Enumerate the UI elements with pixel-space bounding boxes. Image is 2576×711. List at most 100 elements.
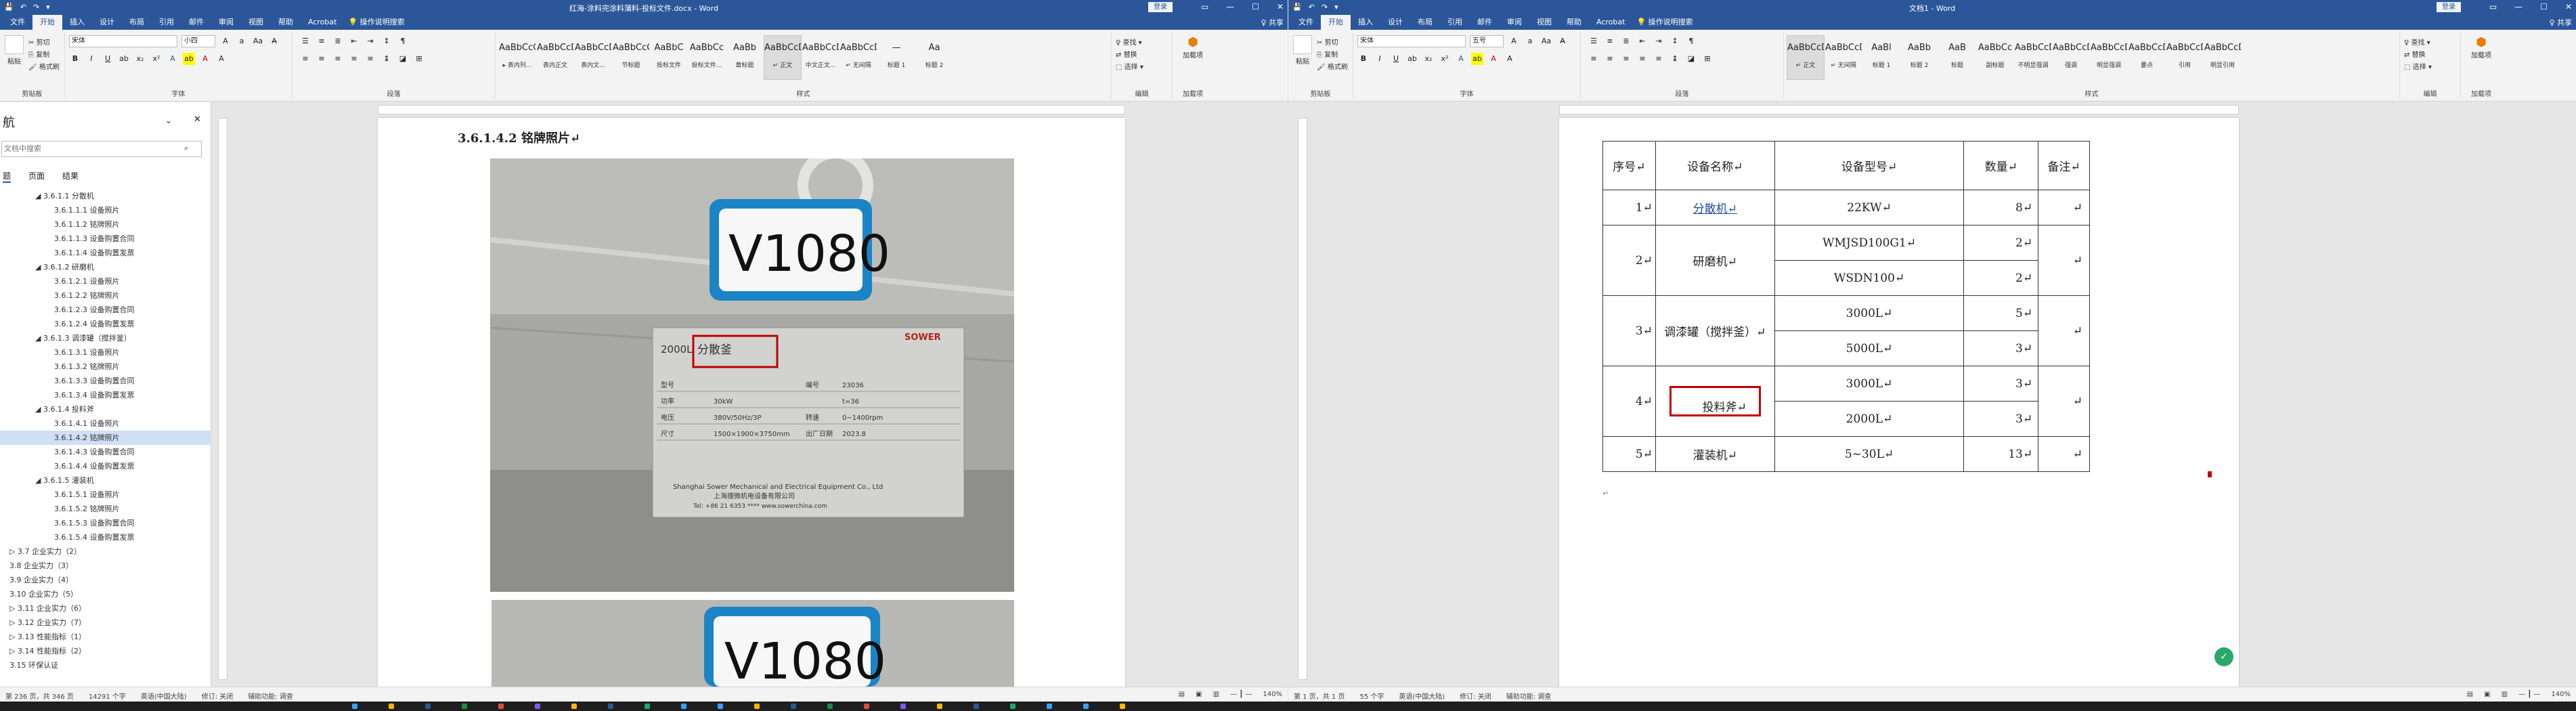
nav-item[interactable]: 3.6.1.5.1 设备照片 [0,488,211,502]
tab-9[interactable]: 帮助 [1559,15,1589,30]
distributed-icon[interactable]: ≡ [364,53,376,65]
share-button[interactable]: ♀ 共享 [1261,17,1284,28]
nav-item[interactable]: 3.6.1.1.3 设备购置合同 [0,232,211,246]
nav-tab-1[interactable]: 页面 [28,170,45,183]
taskbar-app-icon[interactable] [1120,704,1125,709]
tab-3[interactable]: 设计 [92,15,122,30]
tab-0[interactable]: 文件 [3,15,32,30]
nav-item[interactable]: 3.6.1.4.3 设备购置合同 [0,445,211,459]
tell-me-search[interactable]: 💡 操作说明搜索 [1632,15,1700,30]
sort-icon[interactable]: ↕ [380,35,393,47]
style-item[interactable]: AaBl 标题 1 [1862,35,1900,80]
text-effects-icon[interactable]: A [167,53,179,65]
tab-6[interactable]: 邮件 [1470,15,1500,30]
zoom-level[interactable]: 140% [1263,691,1282,698]
nav-item[interactable]: 3.6.1.1.2 铭牌照片 [0,217,211,232]
font-name-combo[interactable]: 宋体 [1357,35,1466,47]
nav-item[interactable]: 3.6.1.3.1 设备照片 [0,345,211,360]
zoom-slider[interactable]: — ┃ — [1230,691,1252,698]
font-size-combo[interactable]: 五号 [1470,35,1504,47]
taskbar-app-icon[interactable] [352,704,357,709]
format-painter-button[interactable]: 🖌 格式刷 [1317,61,1348,71]
table-header-cell[interactable]: 设备名称↵ [1655,141,1775,190]
style-item[interactable]: AaB 标题 [1938,35,1976,80]
tab-9[interactable]: 帮助 [271,15,301,30]
tab-5[interactable]: 引用 [152,15,181,30]
align-center-icon[interactable]: ≡ [1604,53,1616,65]
equipment-name-cell[interactable]: 调漆罐（搅拌釜）↵ [1655,295,1775,366]
bold-icon[interactable]: B [69,53,81,65]
tab-3[interactable]: 设计 [1380,15,1410,30]
decrease-indent-icon[interactable]: ⇤ [348,35,360,47]
font-color-icon[interactable]: A [199,53,211,65]
line-spacing-icon[interactable]: ↨ [380,53,393,65]
note-cell[interactable]: ↵ [2038,436,2090,472]
style-item[interactable]: AaBb 章标题 [726,35,764,80]
addins-button[interactable]: ⬢ 加载项 [2466,35,2496,60]
nav-item[interactable]: ▷ 3.7 企业实力（2） [0,544,211,559]
highlight-icon[interactable]: ab [183,53,195,65]
row-number-cell[interactable]: 5↵ [1602,436,1656,472]
justify-icon[interactable]: ≡ [1636,53,1649,65]
nav-item[interactable]: ▷ 3.11 企业实力（6） [0,601,211,616]
shading-icon[interactable]: ◪ [397,53,409,65]
nav-item[interactable]: 3.8 企业实力（3） [0,559,211,573]
grow-font-icon[interactable]: A [1508,35,1520,47]
model-cell[interactable]: 5~30L↵ [1774,436,1965,472]
style-item[interactable]: AaBbCcDd ↵ 正文 [764,35,802,80]
char-shading-icon[interactable]: A [1504,53,1516,65]
tab-1[interactable]: 开始 [32,15,62,30]
paste-button[interactable]: 粘贴 [3,35,26,66]
nav-item[interactable]: 3.6.1.3.4 设备购置发票 [0,388,211,402]
search-icon[interactable]: ⌕ [184,144,188,153]
taskbar-app-icon[interactable] [1010,704,1016,709]
subscript-icon[interactable]: x₂ [1422,53,1435,65]
nameplate-photo[interactable]: V1080 SOWER 2000L 分散釜 型号 编号 23036 功率 30kW t=3… [490,158,1014,592]
nav-item[interactable]: 3.6.1.2.4 设备购置发票 [0,317,211,331]
table-header-cell[interactable]: 数量↵ [1963,141,2039,190]
web-layout-icon[interactable]: ▥ [1213,691,1219,698]
table-header-cell[interactable]: 序号↵ [1602,141,1656,190]
style-item[interactable]: AaBbCcD 不明显强调 [2014,35,2052,80]
model-cell[interactable]: 22KW↵ [1774,190,1965,225]
tab-8[interactable]: 视图 [241,15,271,30]
ribbon-display-icon[interactable]: ▭ [2489,2,2497,12]
row-number-cell[interactable]: 4↵ [1602,366,1656,437]
equipment-name-cell[interactable]: 研磨机↵ [1655,225,1775,296]
nav-item[interactable]: 3.6.1.5.3 设备购置合同 [0,516,211,530]
style-item[interactable]: AaBbCc 投标文件... [688,35,726,80]
tab-4[interactable]: 布局 [122,15,152,30]
select-button[interactable]: ⬚ 选择 ▾ [1116,61,1143,71]
tab-7[interactable]: 审阅 [1500,15,1529,30]
nav-tab-0[interactable]: 题 [3,170,12,183]
increase-indent-icon[interactable]: ⇥ [364,35,376,47]
quantity-cell[interactable]: 3↵ [1963,401,2039,437]
taskbar-app-icon[interactable] [791,704,796,709]
login-button[interactable]: 登录 [2437,2,2461,12]
note-cell[interactable]: ↵ [2038,366,2090,437]
status-item[interactable]: 辅助功能: 调查 [1506,691,1552,701]
status-item[interactable]: 第 1 页，共 1 页 [1294,691,1345,701]
addins-button[interactable]: ⬢ 加载项 [1178,35,1208,60]
taskbar-app-icon[interactable] [462,704,467,709]
model-cell[interactable]: WMJSD100G1↵ [1774,225,1965,261]
status-item[interactable]: 55 个字 [1359,691,1384,701]
align-right-icon[interactable]: ≡ [1620,53,1632,65]
change-case-icon[interactable]: Aa [252,35,264,47]
quantity-cell[interactable]: 2↵ [1963,225,2039,261]
nav-item[interactable]: 3.6.1.4.4 设备购置发票 [0,459,211,473]
nav-item[interactable]: 3.6.1.3.3 设备购置合同 [0,374,211,388]
read-mode-icon[interactable]: ▤ [2467,691,2473,698]
align-left-icon[interactable]: ≡ [1588,53,1600,65]
select-button[interactable]: ⬚ 选择 ▾ [2404,61,2432,71]
minimize-icon[interactable]: — [2514,2,2523,12]
status-item[interactable]: 修订: 关闭 [202,691,234,701]
status-item[interactable]: 第 236 页，共 346 页 [5,691,74,701]
sort-icon[interactable]: ↕ [1669,35,1681,47]
bullets-icon[interactable]: ☰ [1588,35,1600,47]
align-center-icon[interactable]: ≡ [315,53,328,65]
style-item[interactable]: AaBb 标题 2 [1900,35,1938,80]
model-cell[interactable]: WSDN100↵ [1774,260,1965,296]
minimize-icon[interactable]: — [1226,2,1234,12]
status-item[interactable]: 14291 个字 [89,691,126,701]
